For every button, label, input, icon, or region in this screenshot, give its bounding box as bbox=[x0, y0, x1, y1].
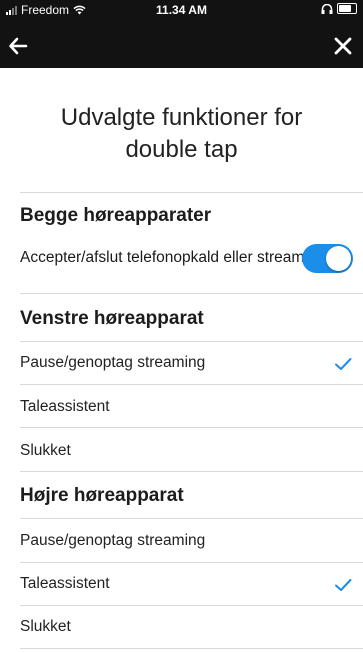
toggle-knob bbox=[326, 246, 351, 271]
page-title-line-1: Udvalgte funktioner for bbox=[60, 104, 303, 131]
checkmark-icon bbox=[335, 579, 352, 591]
page-title: Udvalgte funktioner for double tap bbox=[20, 102, 343, 166]
nav-bar bbox=[0, 28, 363, 64]
section-heading-left: Venstre høreapparat bbox=[20, 308, 204, 329]
right-option-off[interactable]: Slukket bbox=[20, 618, 71, 636]
top-bar: Freedom 11.34 AM bbox=[0, 0, 363, 68]
right-option-voice-assistant[interactable]: Taleassistent bbox=[20, 575, 110, 593]
divider bbox=[20, 471, 363, 472]
right-option-pause-streaming[interactable]: Pause/genoptag streaming bbox=[20, 532, 205, 550]
battery-icon bbox=[337, 3, 357, 14]
status-right bbox=[321, 3, 357, 14]
left-option-pause-streaming[interactable]: Pause/genoptag streaming bbox=[20, 354, 205, 372]
divider bbox=[20, 192, 363, 193]
status-bar: Freedom 11.34 AM bbox=[0, 0, 363, 20]
close-icon[interactable] bbox=[327, 32, 357, 60]
call-streaming-toggle[interactable] bbox=[302, 244, 353, 273]
left-option-off[interactable]: Slukket bbox=[20, 442, 71, 460]
divider bbox=[20, 384, 363, 385]
divider bbox=[20, 648, 363, 649]
divider bbox=[20, 427, 363, 428]
page-title-line-2: double tap bbox=[125, 136, 238, 163]
section-heading-both: Begge høreapparater bbox=[20, 205, 212, 226]
arrow-left-icon[interactable] bbox=[8, 32, 38, 60]
toggle-row-label: Accepter/afslut telefonopkald eller stre… bbox=[20, 249, 310, 266]
divider bbox=[20, 562, 363, 563]
divider bbox=[20, 341, 363, 342]
status-time: 11.34 AM bbox=[156, 3, 207, 17]
section-heading-right: Højre høreapparat bbox=[20, 485, 184, 506]
divider bbox=[20, 605, 363, 606]
left-option-voice-assistant[interactable]: Taleassistent bbox=[20, 398, 110, 416]
divider bbox=[20, 518, 363, 519]
divider bbox=[20, 293, 363, 294]
headphones-icon bbox=[321, 3, 333, 14]
checkmark-icon bbox=[335, 358, 352, 370]
